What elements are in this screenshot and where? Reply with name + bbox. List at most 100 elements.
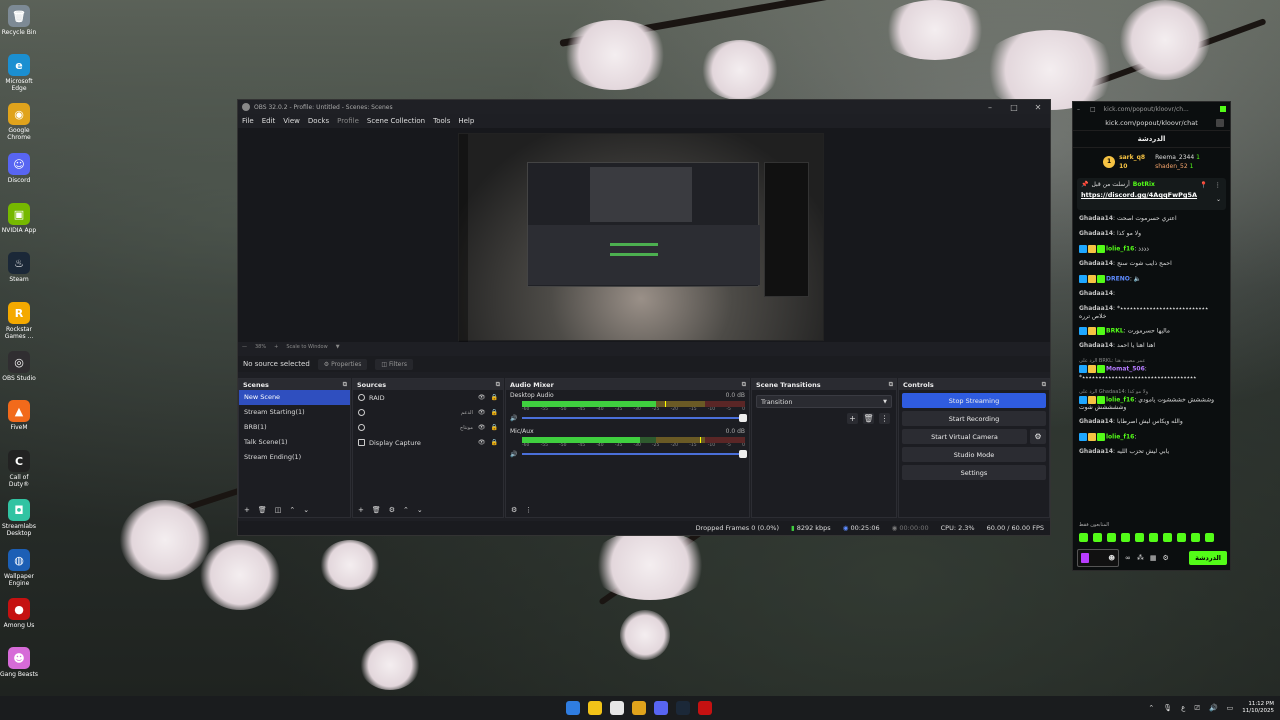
emote-icon[interactable]: [1121, 533, 1130, 542]
lock-icon[interactable]: 🔒: [491, 409, 498, 416]
chat-message[interactable]: Ghadaa14: *٭٭٭٭٭٭٭٭٭٭٭٭٭٭٭٭٭٭٭٭٭٭٭٭٭٭٭ خ…: [1079, 302, 1224, 324]
transition-menu-icon[interactable]: ⋮: [879, 413, 890, 424]
desktop-icon[interactable]: ◎ OBS Studio: [0, 351, 38, 382]
emote-icon[interactable]: [1205, 533, 1214, 542]
desktop-icon[interactable]: e Microsoft Edge: [0, 54, 38, 92]
desktop-icon[interactable]: ▲ FiveM: [0, 400, 38, 431]
chat-message[interactable]: Ghadaa14: احمج ذايب شوت سنج: [1079, 257, 1224, 272]
zoom-dropdown-icon[interactable]: ▼: [336, 344, 340, 350]
close-icon[interactable]: ✕: [1026, 103, 1050, 112]
obs-titlebar[interactable]: OBS 32.0.2 - Profile: Untitled - Scenes:…: [238, 100, 1050, 114]
microphone-icon[interactable]: 🎙: [1163, 704, 1172, 712]
emote-icon[interactable]: [1107, 533, 1116, 542]
minimize-icon[interactable]: –: [1077, 106, 1080, 113]
emote-icon[interactable]: [1149, 533, 1158, 542]
volume-icon[interactable]: 🔊: [1209, 704, 1218, 712]
slider-knob[interactable]: [739, 414, 747, 422]
link-icon[interactable]: ∞: [1125, 554, 1131, 562]
menu-view[interactable]: View: [283, 117, 300, 125]
chat-username[interactable]: DRENO: [1106, 276, 1130, 283]
desktop-icon[interactable]: ☻ Gang Beasts: [0, 647, 38, 678]
gift-icon[interactable]: ▦: [1150, 554, 1157, 562]
send-chat-button[interactable]: الدردشة: [1189, 551, 1227, 565]
menu-tools[interactable]: Tools: [433, 117, 450, 125]
desktop-icon[interactable]: C Call of Duty®: [0, 450, 38, 488]
taskbar-app-icon[interactable]: [654, 701, 668, 715]
chat-message[interactable]: الرد على Ghadaa14: ولا مو كذا lolie_f16: …: [1079, 385, 1224, 416]
chat-message[interactable]: Ghadaa14: والله ويكاس ليش اصرطابا: [1079, 415, 1224, 430]
chat-username[interactable]: Ghadaa14: [1079, 305, 1113, 312]
scene-item[interactable]: Talk Scene(1): [239, 435, 350, 450]
desktop-icon[interactable]: ▣ NVIDIA App: [0, 203, 38, 234]
dock-popout-icon[interactable]: ⧉: [343, 381, 347, 389]
chat-message[interactable]: Ghadaa14: اهنا اهنا يا احمد: [1079, 339, 1224, 354]
chat-username[interactable]: lolie_f16: [1106, 434, 1134, 441]
scene-item[interactable]: BRB(1): [239, 420, 350, 435]
filter-scene-icon[interactable]: ◫: [275, 506, 282, 514]
chat-username[interactable]: Ghadaa14: [1079, 215, 1113, 222]
taskbar-app-icon[interactable]: [610, 701, 624, 715]
volume-slider[interactable]: 🔊: [510, 414, 747, 422]
add-transition-icon[interactable]: +: [847, 413, 858, 424]
add-scene-icon[interactable]: +: [244, 506, 250, 514]
gear-icon[interactable]: ⚙: [1030, 429, 1046, 444]
emote-icon[interactable]: [1135, 533, 1144, 542]
mixer-menu-icon[interactable]: ⋮: [525, 506, 532, 514]
source-item[interactable]: RAID 👁 🔒: [353, 390, 503, 405]
desktop-icon[interactable]: 🗑 Recycle Bin: [0, 5, 38, 36]
stop-streaming-button[interactable]: Stop Streaming: [902, 393, 1046, 408]
move-down-icon[interactable]: ⌄: [303, 506, 309, 514]
chat-username[interactable]: Ghadaa14: [1079, 260, 1113, 267]
remove-source-icon[interactable]: 🗑: [372, 506, 381, 514]
preview-canvas[interactable]: [458, 133, 824, 342]
studio-mode-button[interactable]: Studio Mode: [902, 447, 1046, 462]
chat-username[interactable]: Ghadaa14: [1079, 448, 1113, 455]
clock[interactable]: 11:12 PM 11/10/2025: [1242, 701, 1274, 715]
chat-username[interactable]: Momat_506: [1106, 366, 1145, 373]
chat-username[interactable]: lolie_f16: [1106, 246, 1134, 253]
chat-message[interactable]: الرد على BRKL: عمر مصيبة هنا Momat_506: *…: [1079, 354, 1224, 385]
chat-message[interactable]: lolie_f16:: [1079, 430, 1224, 445]
minimize-icon[interactable]: –: [978, 103, 1002, 112]
chat-address-bar[interactable]: kick.com/popout/kloovr/chat: [1073, 116, 1230, 131]
speaker-icon[interactable]: 🔊: [510, 451, 519, 458]
mixer-settings-icon[interactable]: ⚙: [511, 506, 517, 514]
chat-message[interactable]: Ghadaa14: اعتري حسرموت اصحت: [1079, 212, 1224, 227]
transition-select[interactable]: Transition ▼: [756, 395, 892, 408]
slider-knob[interactable]: [739, 450, 747, 458]
dock-popout-icon[interactable]: ⧉: [742, 381, 746, 389]
maximize-icon[interactable]: □: [1002, 103, 1026, 112]
scale-to-window-button[interactable]: Scale to Window: [286, 344, 327, 350]
menu-edit[interactable]: Edit: [262, 117, 276, 125]
lock-icon[interactable]: 🔒: [491, 424, 498, 431]
settings-button[interactable]: Settings: [902, 465, 1046, 480]
desktop-icon[interactable]: ● Among Us: [0, 598, 38, 629]
zoom-out-icon[interactable]: —: [242, 344, 247, 350]
chat-username[interactable]: Ghadaa14: [1079, 230, 1113, 237]
chat-message[interactable]: DRENO: 🔈: [1079, 272, 1224, 287]
taskbar-app-icon[interactable]: [566, 701, 580, 715]
more-icon[interactable]: ⋮: [1215, 181, 1222, 189]
menu-scene-collection[interactable]: Scene Collection: [367, 117, 425, 125]
chat-username[interactable]: lolie_f16: [1106, 396, 1134, 403]
emote-icon[interactable]: [1163, 533, 1172, 542]
source-item[interactable]: مونتاج 👁 🔒: [353, 420, 503, 435]
taskbar-app-icon[interactable]: [632, 701, 646, 715]
scene-item[interactable]: Stream Starting(1): [239, 405, 350, 420]
eye-icon[interactable]: 👁: [478, 424, 486, 431]
gift-leaderboard[interactable]: 1 sark_q8 10 Reema_2344 1 shaden_52 1: [1073, 148, 1230, 172]
dock-popout-icon[interactable]: ⧉: [889, 381, 893, 389]
eye-icon[interactable]: 👁: [478, 439, 486, 446]
chevron-down-icon[interactable]: ⌄: [1216, 196, 1221, 203]
menu-file[interactable]: File: [242, 117, 254, 125]
chat-username[interactable]: BRKL: [1106, 328, 1124, 335]
network-icon[interactable]: ⎚: [1194, 704, 1200, 713]
taskbar-app-icon[interactable]: [588, 701, 602, 715]
eye-icon[interactable]: 👁: [478, 394, 486, 401]
pinned-message[interactable]: 📌 أرسلت من قبل BotRix https://discord.gg…: [1077, 178, 1226, 210]
desktop-icon[interactable]: R Rockstar Games ...: [0, 302, 38, 340]
emote-icon[interactable]: [1177, 533, 1186, 542]
dock-popout-icon[interactable]: ⧉: [496, 381, 500, 389]
move-down-icon[interactable]: ⌄: [417, 506, 423, 514]
desktop-icon[interactable]: ♨ Steam: [0, 252, 38, 283]
